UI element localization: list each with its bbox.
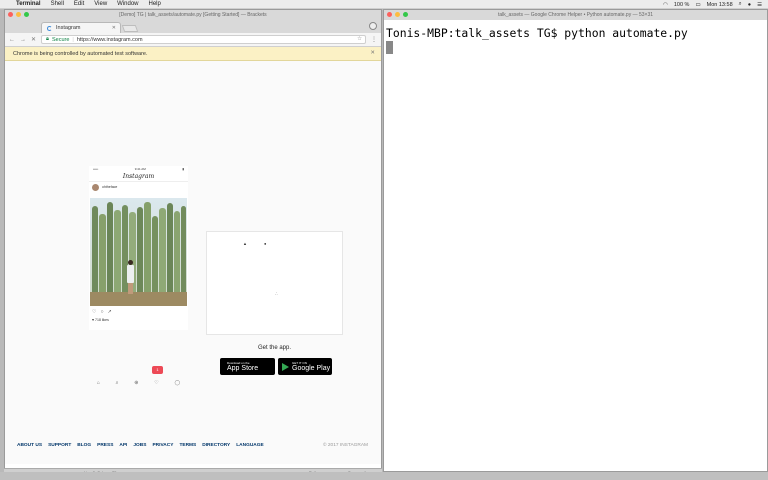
user-icon[interactable]: ● bbox=[748, 2, 751, 8]
close-window-icon[interactable] bbox=[8, 12, 13, 17]
battery-text[interactable]: 100 % bbox=[674, 2, 690, 8]
tab-strip: Instagram ✕ bbox=[5, 20, 381, 33]
phone-battery-icon: ▮ bbox=[182, 167, 184, 171]
app-store-button[interactable]: Download on the App Store bbox=[220, 358, 275, 375]
close-tab-icon[interactable]: ✕ bbox=[112, 25, 116, 31]
terminal-prompt-line[interactable]: Tonis-MBP:talk_assets TG$ python automat… bbox=[386, 26, 688, 40]
post-photo bbox=[90, 198, 187, 306]
dock-area bbox=[0, 472, 768, 480]
share-icon: ↗ bbox=[107, 309, 112, 315]
footer-link-press[interactable]: PRESS bbox=[97, 443, 113, 448]
terminal-titlebar: talk_assets — Google Chrome Helper • Pyt… bbox=[384, 10, 767, 20]
zoom-window-icon[interactable] bbox=[24, 12, 29, 17]
macos-menubar: Terminal Shell Edit View Window Help ◠ 1… bbox=[0, 0, 768, 9]
chrome-window: [Demo] TG | talk_assets/automate.py [Get… bbox=[4, 9, 382, 472]
footer-link-blog[interactable]: BLOG bbox=[77, 443, 91, 448]
forward-icon[interactable]: → bbox=[20, 37, 26, 43]
url-text[interactable]: https://www.instagram.com bbox=[77, 37, 143, 43]
heart-icon: ♡ bbox=[92, 309, 97, 315]
lock-icon[interactable]: 🔒︎ bbox=[46, 36, 49, 43]
phone-instagram-logo: Instagram bbox=[122, 173, 155, 180]
chrome-menu-icon[interactable]: ⋮ bbox=[371, 36, 377, 43]
chrome-toolbar: ← → ✕ 🔒︎ Secure | https://www.instagram.… bbox=[5, 33, 381, 47]
app-store-label: App Store bbox=[227, 364, 259, 372]
menubar-status-area: ◠ 100 % ▭ Mon 13:58 ⌕ ● ☰ bbox=[663, 0, 762, 9]
battery-icon[interactable]: ▭ bbox=[695, 2, 700, 8]
post-header: ohtheface bbox=[89, 181, 188, 192]
profile-icon[interactable] bbox=[369, 22, 377, 30]
url-separator: | bbox=[72, 36, 74, 43]
menu-view[interactable]: View bbox=[94, 1, 107, 7]
loading-dot-icon: ● bbox=[264, 241, 267, 246]
phone-mockup: ••••• 9:41 AM ▮ Instagram ohtheface ♡ ○ … bbox=[89, 166, 188, 330]
menu-help[interactable]: Help bbox=[149, 1, 161, 7]
terminal-window: talk_assets — Google Chrome Helper • Pyt… bbox=[383, 9, 768, 472]
post-username: ohtheface bbox=[102, 185, 118, 189]
footer-link-support[interactable]: SUPPORT bbox=[48, 443, 71, 448]
notification-center-icon[interactable]: ☰ bbox=[757, 2, 762, 8]
window-controls bbox=[8, 12, 29, 17]
menu-window[interactable]: Window bbox=[117, 1, 138, 7]
address-bar[interactable]: 🔒︎ Secure | https://www.instagram.com ☆ bbox=[41, 35, 366, 44]
phone-status-bar: ••••• 9:41 AM ▮ bbox=[89, 166, 188, 173]
footer-link-privacy[interactable]: PRIVACY bbox=[152, 443, 173, 448]
person-figure bbox=[126, 260, 134, 294]
activity-icon: ♡ bbox=[154, 380, 159, 386]
post-likes: ♥ 718 likes bbox=[92, 318, 109, 322]
post-actions: ♡ ○ ↗ bbox=[92, 309, 112, 315]
secure-label: Secure bbox=[51, 36, 70, 43]
avatar bbox=[92, 183, 99, 191]
infobar-text: Chrome is being controlled by automated … bbox=[13, 50, 148, 57]
footer-links: ABOUT US SUPPORT BLOG PRESS API JOBS PRI… bbox=[17, 443, 264, 448]
footer-link-terms[interactable]: TERMS bbox=[179, 443, 196, 448]
login-panel: ▲ ● ∴ bbox=[206, 231, 343, 335]
close-infobar-icon[interactable]: ✕ bbox=[370, 50, 375, 56]
phone-tab-bar: ⌂ ⌕ ⊕ ♡ ◯ bbox=[89, 380, 188, 388]
phone-search-icon: ⌕ bbox=[115, 380, 119, 386]
footer-link-language[interactable]: LANGUAGE bbox=[236, 443, 263, 448]
clock[interactable]: Mon 13:58 bbox=[707, 2, 733, 8]
bookmark-star-icon[interactable]: ☆ bbox=[357, 36, 362, 42]
notification-badge: 1 bbox=[152, 366, 163, 374]
google-play-button[interactable]: GET IT ON Google Play bbox=[278, 358, 332, 375]
google-play-icon bbox=[282, 362, 289, 371]
footer-link-jobs[interactable]: JOBS bbox=[133, 443, 146, 448]
footer-link-directory[interactable]: DIRECTORY bbox=[202, 443, 230, 448]
stop-icon[interactable]: ✕ bbox=[31, 36, 36, 43]
menu-app-terminal[interactable]: Terminal bbox=[16, 1, 41, 7]
tab-instagram[interactable]: Instagram ✕ bbox=[41, 22, 121, 33]
google-play-label: Google Play bbox=[292, 364, 331, 372]
terminal-minimize-icon[interactable] bbox=[395, 12, 400, 17]
wifi-icon[interactable]: ◠ bbox=[663, 2, 668, 8]
automation-infobar: Chrome is being controlled by automated … bbox=[5, 47, 381, 61]
footer-link-about[interactable]: ABOUT US bbox=[17, 443, 42, 448]
profile-tab-icon: ◯ bbox=[174, 380, 181, 386]
back-icon[interactable]: ← bbox=[9, 37, 15, 43]
terminal-window-title: talk_assets — Google Chrome Helper • Pyt… bbox=[497, 12, 654, 18]
search-icon[interactable]: ⌕ bbox=[739, 1, 742, 8]
new-tab-button[interactable] bbox=[121, 25, 139, 32]
menu-shell[interactable]: Shell bbox=[51, 1, 64, 7]
terminal-cursor bbox=[386, 41, 393, 54]
chrome-titlebar: [Demo] TG | talk_assets/automate.py [Get… bbox=[5, 10, 381, 20]
phone-time: 9:41 AM bbox=[134, 167, 146, 171]
signal-icon: ••••• bbox=[93, 167, 99, 171]
terminal-close-icon[interactable] bbox=[387, 12, 392, 17]
loading-spinner-icon bbox=[47, 26, 52, 31]
get-app-text: Get the app. bbox=[257, 345, 292, 351]
footer-link-api[interactable]: API bbox=[119, 443, 127, 448]
tab-title: Instagram bbox=[56, 25, 81, 31]
comment-icon: ○ bbox=[100, 309, 104, 315]
chrome-window-title: [Demo] TG | talk_assets/automate.py [Get… bbox=[119, 12, 267, 18]
minimize-window-icon[interactable] bbox=[16, 12, 21, 17]
copyright: © 2017 INSTAGRAM bbox=[323, 443, 369, 448]
terminal-zoom-icon[interactable] bbox=[403, 12, 408, 17]
terminal-window-controls bbox=[387, 12, 408, 17]
add-post-icon: ⊕ bbox=[134, 380, 139, 386]
loading-spinner-icon: ∴ bbox=[275, 291, 278, 296]
home-icon: ⌂ bbox=[96, 380, 100, 386]
menu-edit[interactable]: Edit bbox=[74, 1, 84, 7]
instagram-page: ••••• 9:41 AM ▮ Instagram ohtheface ♡ ○ … bbox=[5, 61, 381, 464]
loading-dot-icon: ▲ bbox=[243, 241, 247, 246]
